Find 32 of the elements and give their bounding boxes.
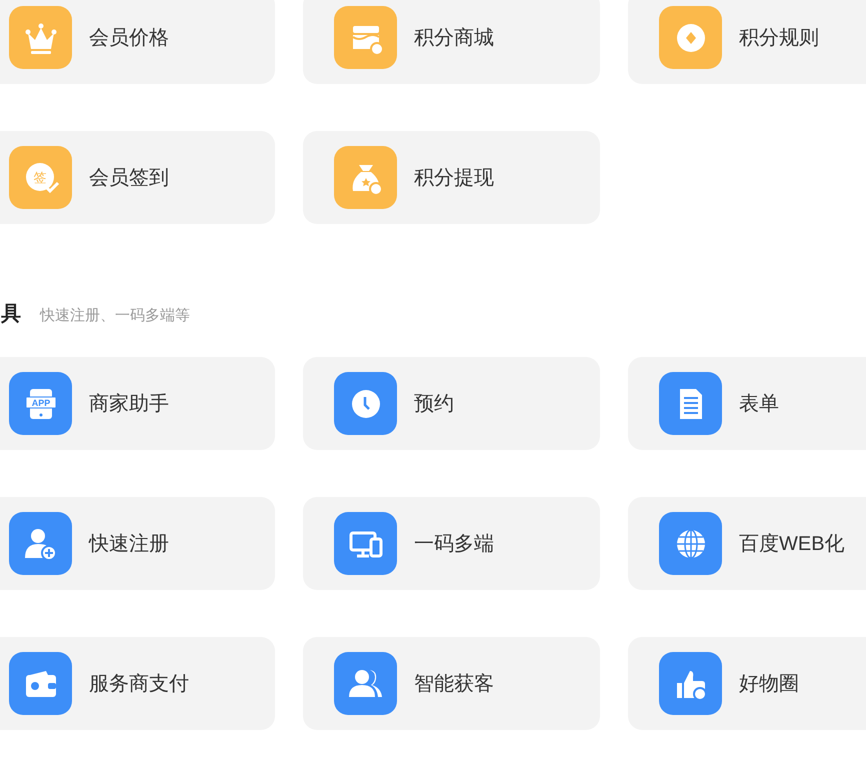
feature-label: 积分商城 (414, 26, 494, 50)
feature-label: 积分提现 (414, 166, 494, 190)
sign-in-icon: 签 (9, 146, 72, 209)
section-subtitle: 快速注册、一码多端等 (40, 306, 190, 326)
feature-card[interactable]: 智能获客 (303, 637, 600, 730)
feature-label: 预约 (414, 392, 454, 416)
feature-label: 会员价格 (89, 26, 169, 50)
feature-card[interactable]: 预约 (303, 357, 600, 450)
feature-label: 一码多端 (414, 532, 494, 556)
feature-label: 商家助手 (89, 392, 169, 416)
feature-card[interactable]: 签 会员签到 (0, 131, 275, 224)
feature-label: 快速注册 (89, 532, 169, 556)
feature-label: 百度WEB化 (739, 532, 845, 556)
feature-label: 表单 (739, 392, 779, 416)
feature-card[interactable]: 积分规则 (628, 0, 866, 84)
phone-icon: APP (9, 372, 72, 435)
feature-card[interactable]: 积分提现 (303, 131, 600, 224)
section-title: 具 (1, 302, 21, 327)
feature-card[interactable]: 积分商城 (303, 0, 600, 84)
feature-label: 好物圈 (739, 672, 799, 696)
feature-card[interactable]: 一码多端 (303, 497, 600, 590)
feature-label: 会员签到 (89, 166, 169, 190)
feature-label: 积分规则 (739, 26, 819, 50)
feature-card[interactable]: 快速注册 (0, 497, 275, 590)
feature-card[interactable]: 好物圈 (628, 637, 866, 730)
feature-card[interactable]: 表单 (628, 357, 866, 450)
feature-card[interactable]: 百度WEB化 (628, 497, 866, 590)
feature-card[interactable]: APP 商家助手 (0, 357, 275, 450)
feature-card[interactable]: 服务商支付 (0, 637, 275, 730)
feature-card[interactable]: 会员价格 (0, 0, 275, 84)
feature-label: 服务商支付 (89, 672, 189, 696)
feature-label: 智能获客 (414, 672, 494, 696)
